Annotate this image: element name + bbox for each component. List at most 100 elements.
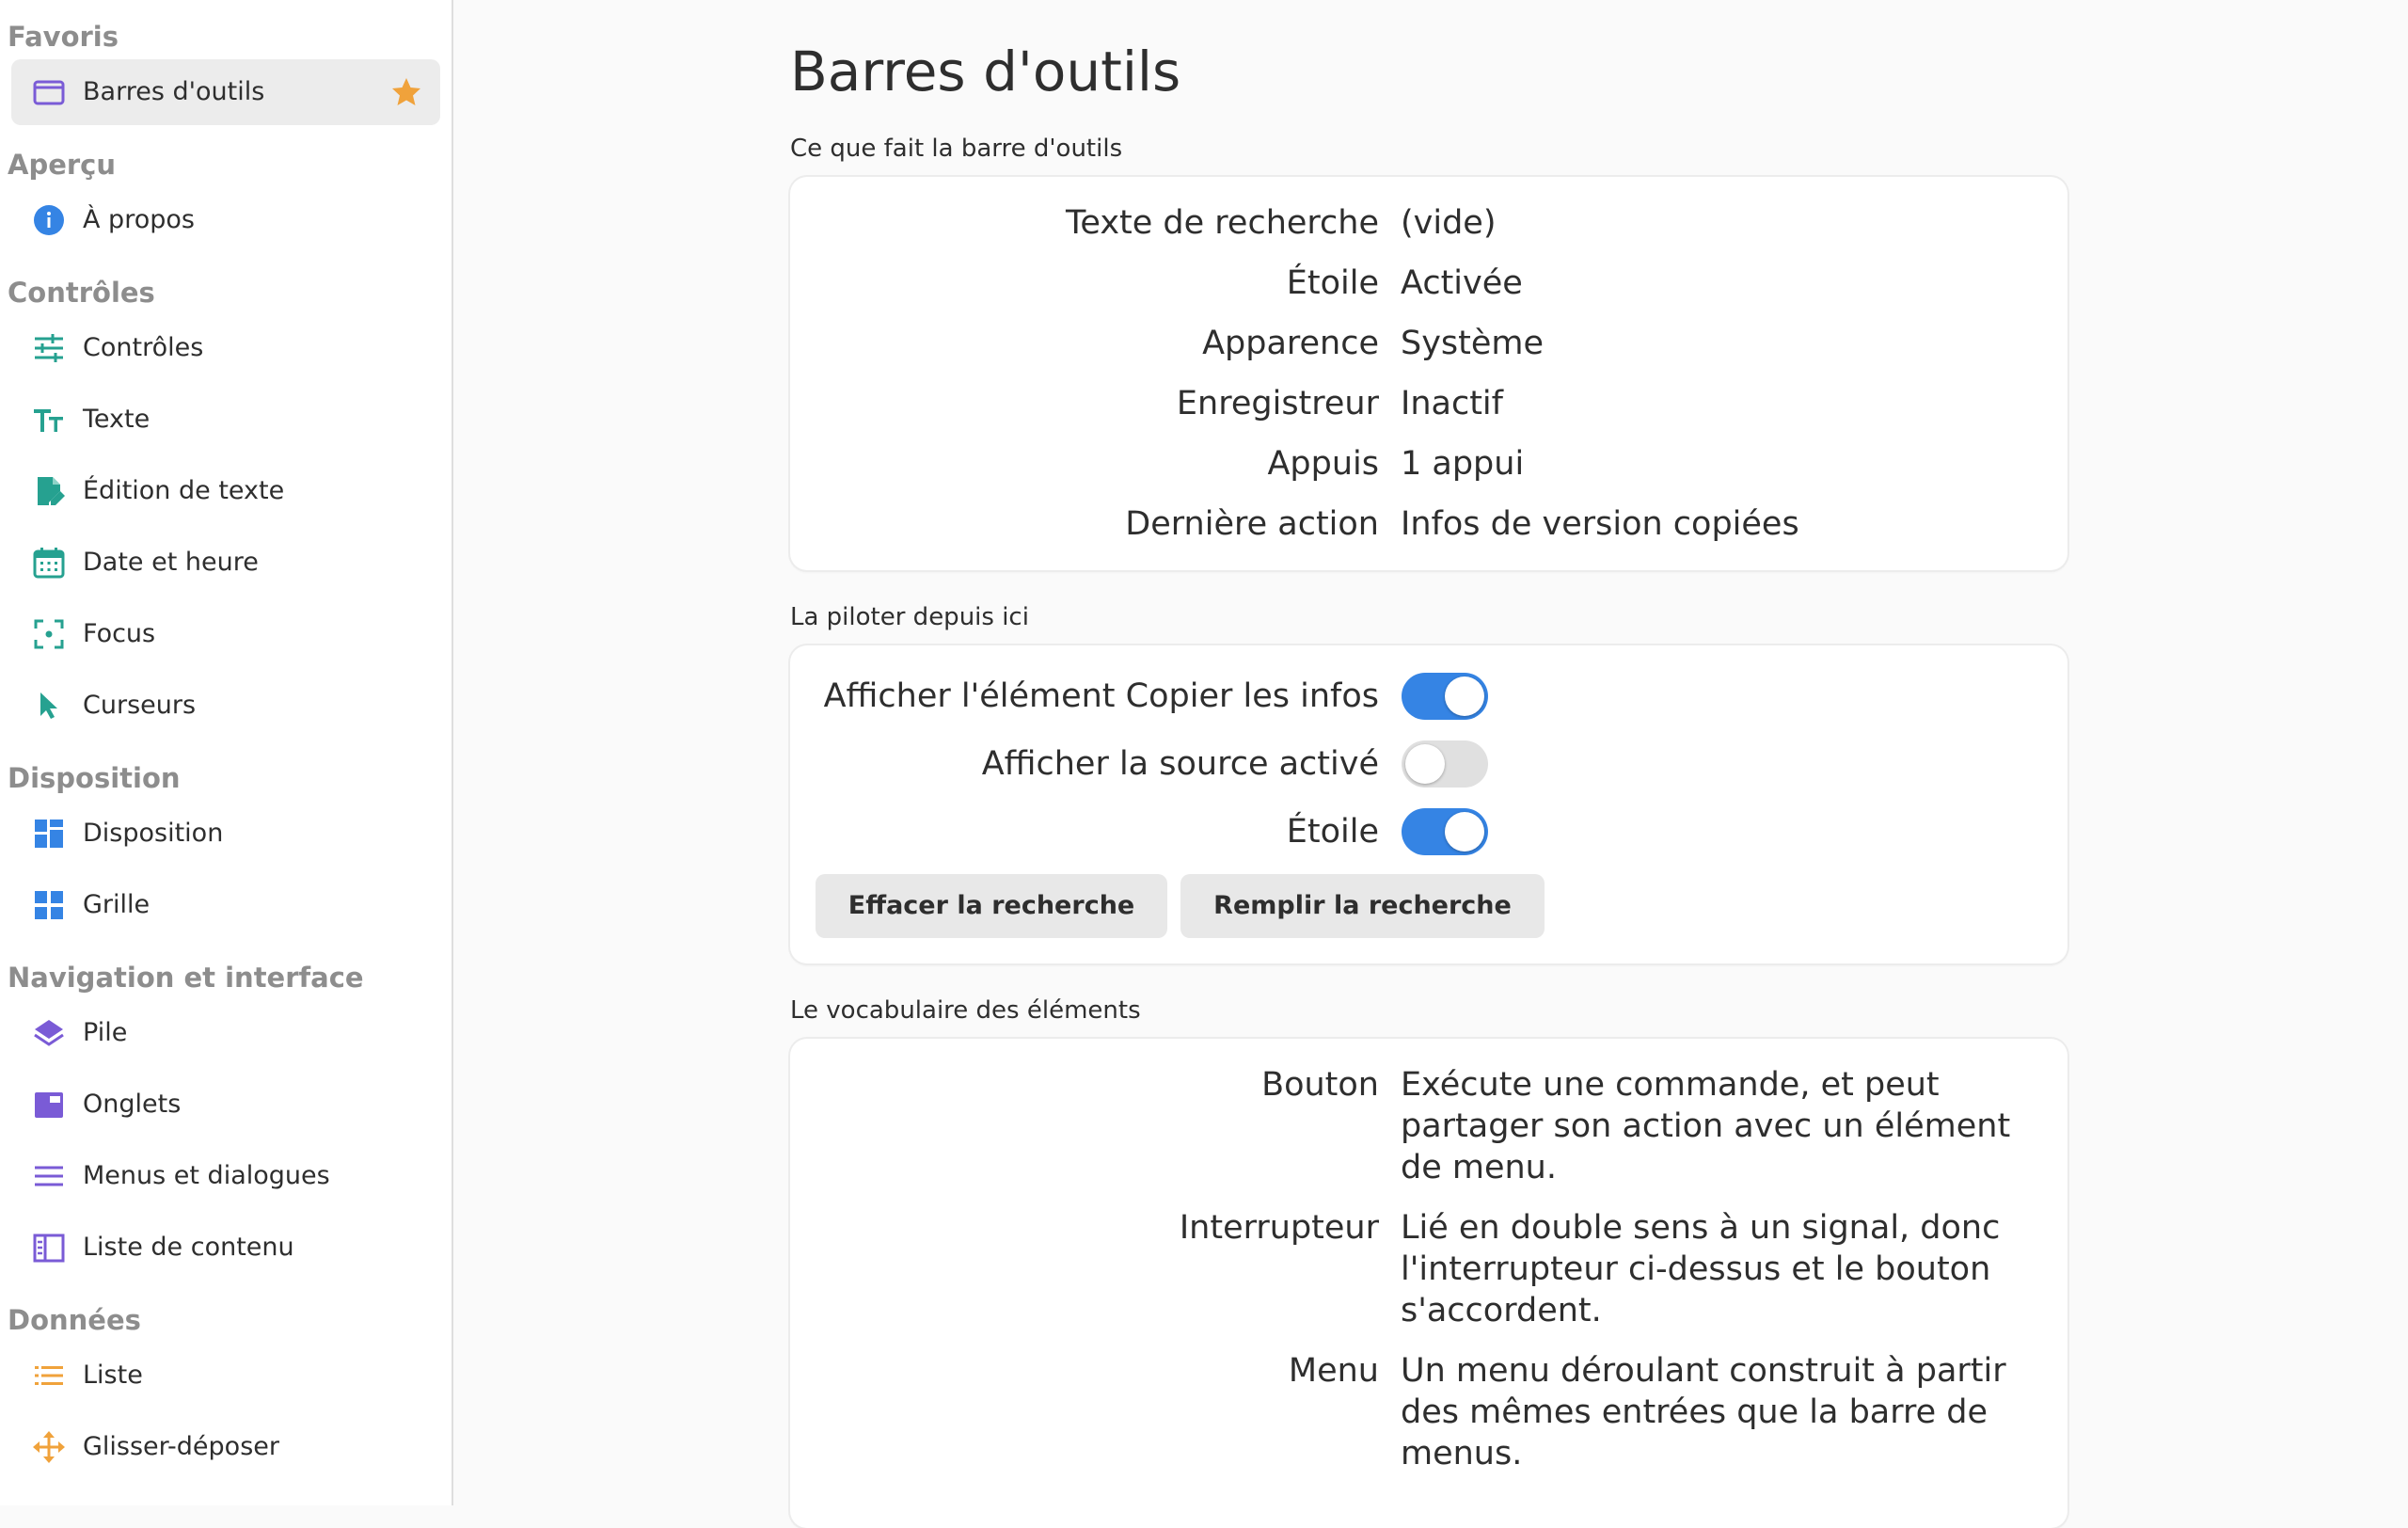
window-icon <box>32 75 66 109</box>
sidebar-item-texte[interactable]: Texte <box>11 387 440 453</box>
vocab-card: Bouton Exécute une commande, et peut par… <box>790 1039 2067 1528</box>
sidebar-item-label: Barres d'outils <box>83 77 265 106</box>
menu-lines-icon <box>32 1159 66 1193</box>
sidebar-item-grille[interactable]: Grille <box>11 872 440 938</box>
sidebar-item-liste[interactable]: Liste <box>11 1343 440 1409</box>
info-key: Dernière action <box>1125 505 1379 543</box>
info-value: Activée <box>1401 264 1523 302</box>
sidebar-item-label: Édition de texte <box>83 476 285 505</box>
vocab-term: Menu <box>1288 1352 1379 1390</box>
group-title-control: La piloter depuis ici <box>790 603 1029 631</box>
info-card: Texte de recherche (vide) Étoile Activée… <box>790 177 2067 570</box>
info-value: (vide) <box>1401 204 1497 242</box>
sidebar-item-date-et-heure[interactable]: Date et heure <box>11 530 440 596</box>
section-favoris: Favoris <box>8 21 119 53</box>
tabs-icon <box>32 1088 66 1122</box>
sidebar-item-label: Contrôles <box>83 333 204 362</box>
toggle-row-star: Étoile <box>790 805 2067 858</box>
fill-search-button[interactable]: Remplir la recherche <box>1180 874 1545 938</box>
star-icon[interactable] <box>389 75 423 109</box>
sliders-icon <box>32 331 66 365</box>
vocab-definition: Lié en double sens à un signal, donc l'i… <box>1401 1207 2050 1331</box>
sidebar-item-label: Glisser-déposer <box>83 1432 279 1461</box>
info-row: Dernière action Infos de version copiées <box>790 501 2067 548</box>
sidebar-item-controles[interactable]: Contrôles <box>11 315 440 381</box>
section-navigation-et-interface: Navigation et interface <box>8 962 364 994</box>
info-key: Appuis <box>1267 445 1379 483</box>
vocab-term: Interrupteur <box>1179 1209 1379 1247</box>
sidebar-item-menus-et-dialogues[interactable]: Menus et dialogues <box>11 1143 440 1209</box>
source-switch[interactable] <box>1402 740 1488 788</box>
group-title-info: Ce que fait la barre d'outils <box>790 135 1123 163</box>
definition-line: Un menu déroulant construit à partir <box>1401 1352 2006 1390</box>
info-key: Enregistreur <box>1176 385 1379 422</box>
toggle-row-source: Afficher la source activé <box>790 738 2067 790</box>
toggle-row-copy-info: Afficher l'élément Copier les infos <box>790 670 2067 723</box>
info-icon <box>32 203 66 237</box>
sidebar-list-icon <box>32 1231 66 1265</box>
section-donnees: Données <box>8 1304 141 1336</box>
info-value: Infos de version copiées <box>1401 505 1799 543</box>
info-row: Apparence Système <box>790 320 2067 367</box>
sidebar: Favoris Barres d'outils Aperçu À propos … <box>0 0 453 1505</box>
sidebar-item-label: Disposition <box>83 819 224 848</box>
sidebar-item-curseurs[interactable]: Curseurs <box>11 673 440 739</box>
sidebar-item-label: Focus <box>83 619 156 648</box>
info-row: Texte de recherche (vide) <box>790 199 2067 247</box>
sidebar-item-label: Date et heure <box>83 548 259 577</box>
sidebar-item-label: Menus et dialogues <box>83 1161 330 1190</box>
pointer-icon <box>32 689 66 723</box>
sidebar-item-barres-d-outils[interactable]: Barres d'outils <box>11 59 440 125</box>
sidebar-item-label: Liste de contenu <box>83 1233 294 1262</box>
sidebar-item-label: Curseurs <box>83 691 197 720</box>
switch-knob <box>1405 744 1445 784</box>
sidebar-item-label: À propos <box>83 205 195 234</box>
copy-info-switch[interactable] <box>1402 673 1488 720</box>
star-switch[interactable] <box>1402 808 1488 855</box>
sidebar-item-label: Grille <box>83 890 150 919</box>
sidebar-item-label: Onglets <box>83 1090 182 1119</box>
info-value: Système <box>1401 325 1545 362</box>
sidebar-item-focus[interactable]: Focus <box>11 601 440 667</box>
sidebar-item-liste-de-contenu[interactable]: Liste de contenu <box>11 1215 440 1281</box>
info-key: Étoile <box>1286 264 1379 302</box>
sidebar-item-glisser-deposer[interactable]: Glisser-déposer <box>11 1414 440 1480</box>
section-controles: Contrôles <box>8 277 155 309</box>
section-disposition: Disposition <box>8 762 181 794</box>
main-content: Barres d'outils Ce que fait la barre d'o… <box>453 0 2408 1528</box>
info-value: 1 appui <box>1401 445 1525 483</box>
control-card: Afficher l'élément Copier les infos Affi… <box>790 645 2067 963</box>
toggle-label: Afficher la source activé <box>981 745 1379 783</box>
list-icon <box>32 1359 66 1393</box>
definition-line: s'accordent. <box>1401 1292 1602 1329</box>
info-key: Texte de recherche <box>1065 204 1379 242</box>
text-size-icon <box>32 403 66 437</box>
sidebar-item-onglets[interactable]: Onglets <box>11 1072 440 1138</box>
definition-line: Lié en double sens à un signal, donc <box>1401 1209 2001 1247</box>
definition-line: menus. <box>1401 1435 1523 1472</box>
sidebar-item-a-propos[interactable]: À propos <box>11 187 440 253</box>
sidebar-item-pile[interactable]: Pile <box>11 1000 440 1066</box>
grid-icon <box>32 888 66 922</box>
info-row: Enregistreur Inactif <box>790 380 2067 427</box>
vocab-definition: Exécute une commande, et peut partager s… <box>1401 1064 2050 1188</box>
definition-line: Exécute une commande, et peut <box>1401 1066 1940 1104</box>
toggle-label: Étoile <box>1286 813 1379 851</box>
calendar-icon <box>32 546 66 580</box>
document-edit-icon <box>32 474 66 508</box>
definition-line: partager son action avec un élément <box>1401 1107 2011 1145</box>
sidebar-item-disposition[interactable]: Disposition <box>11 801 440 867</box>
sidebar-item-label: Pile <box>83 1018 128 1047</box>
move-arrows-icon <box>32 1430 66 1464</box>
info-row: Appuis 1 appui <box>790 440 2067 487</box>
switch-knob <box>1445 676 1484 716</box>
page-title: Barres d'outils <box>790 40 1181 103</box>
sidebar-item-label: Texte <box>83 405 150 434</box>
clear-search-button[interactable]: Effacer la recherche <box>816 874 1167 938</box>
group-title-vocab: Le vocabulaire des éléments <box>790 996 1141 1025</box>
sidebar-item-edition-de-texte[interactable]: Édition de texte <box>11 458 440 524</box>
vocab-definition: Un menu déroulant construit à partir des… <box>1401 1350 2050 1474</box>
definition-line: des mêmes entrées que la barre de <box>1401 1393 1988 1431</box>
definition-line: l'interrupteur ci-dessus et le bouton <box>1401 1250 1991 1288</box>
vocab-term: Bouton <box>1261 1066 1379 1104</box>
